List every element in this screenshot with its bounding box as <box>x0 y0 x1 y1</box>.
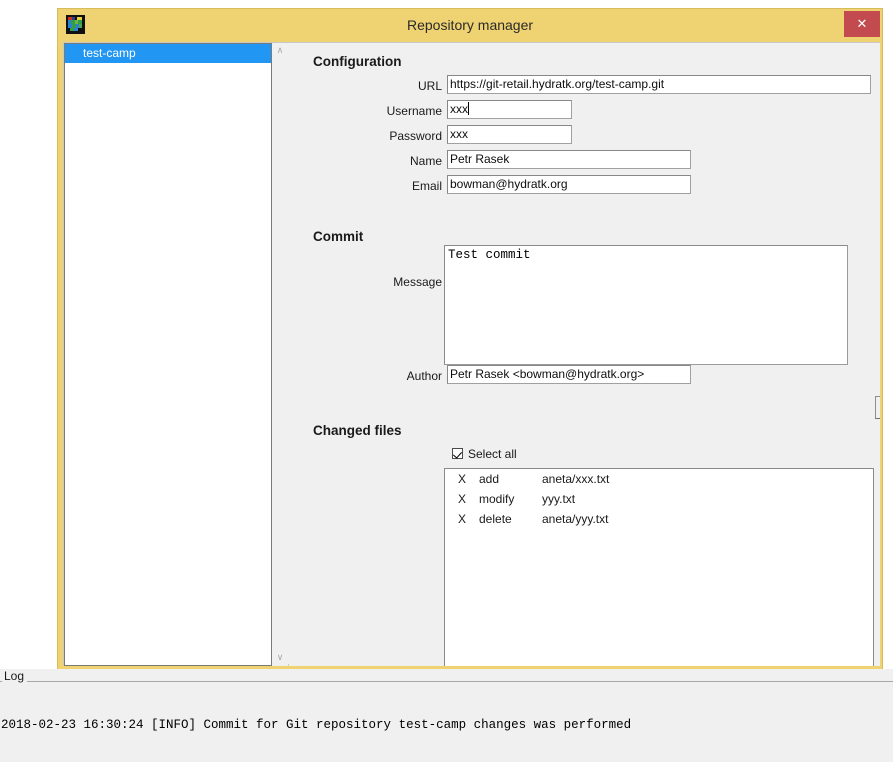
message-label: Message <box>393 275 442 289</box>
message-textarea[interactable]: Test commit <box>444 245 848 365</box>
app-root: Repository manager ✕ test-camp ∧ ∨ ∧ ∨ C… <box>0 0 893 762</box>
window-title: Repository manager <box>406 17 534 33</box>
scroll-up-icon[interactable]: ∧ <box>874 470 880 484</box>
select-all-label: Select all <box>468 447 517 461</box>
text-caret <box>468 102 469 115</box>
password-label: Password <box>389 129 442 143</box>
changed-files-section-title: Changed files <box>313 423 402 438</box>
scroll-down-icon[interactable]: ∨ <box>874 654 880 666</box>
repository-list[interactable]: test-camp <box>64 43 272 666</box>
file-operation: delete <box>479 512 512 526</box>
url-input[interactable]: https://git-retail.hydratk.org/test-camp… <box>447 75 871 94</box>
changed-files-scrollbar[interactable]: ∧ ∨ <box>874 468 880 666</box>
log-panel-label: Log <box>2 669 28 683</box>
log-line: 2018-02-23 16:30:24 [INFO] Commit for Gi… <box>1 718 632 732</box>
author-label: Author <box>406 369 442 383</box>
file-path: aneta/yyy.txt <box>542 512 609 526</box>
table-row[interactable]: Xdelete aneta/yyy.txt <box>445 509 873 529</box>
author-input[interactable]: Petr Rasek <bowman@hydratk.org> <box>447 365 691 384</box>
configuration-section-title: Configuration <box>313 54 402 69</box>
log-output: 2018-02-23 16:30:24 [INFO] Commit for Gi… <box>0 685 893 762</box>
name-input[interactable]: Petr Rasek <box>447 150 691 169</box>
file-operation: modify <box>479 492 515 506</box>
scroll-up-icon[interactable]: ∧ <box>272 43 288 59</box>
scroll-down-icon[interactable]: ∨ <box>272 650 288 666</box>
form-pane: Configuration URL https://git-retail.hyd… <box>289 43 880 666</box>
file-operation: add <box>479 472 500 486</box>
email-label: Email <box>411 179 442 193</box>
email-input[interactable]: bowman@hydratk.org <box>447 175 691 194</box>
checkbox-check-icon <box>452 448 463 459</box>
log-panel: Log 2018-02-23 16:30:24 [INFO] Commit fo… <box>0 669 893 762</box>
file-path: aneta/xxx.txt <box>542 472 610 486</box>
file-select-mark[interactable]: X <box>445 509 479 529</box>
changed-files-list[interactable]: Xadd aneta/xxx.txt Xmodify yyy.txt Xdelete… <box>444 468 874 666</box>
username-input[interactable]: xxx <box>447 100 572 119</box>
username-label: Username <box>386 104 442 118</box>
repository-manager-window: Repository manager ✕ test-camp ∧ ∨ ∧ ∨ C… <box>57 8 883 672</box>
title-bar[interactable]: Repository manager ✕ <box>58 9 882 41</box>
password-input[interactable]: xxx <box>447 125 572 144</box>
commit-button[interactable]: Commit <box>875 396 880 419</box>
table-row[interactable]: Xmodify yyy.txt <box>445 489 873 509</box>
name-label: Name <box>409 154 442 168</box>
repo-list-item-test-camp[interactable]: test-camp <box>65 44 271 63</box>
file-select-mark[interactable]: X <box>445 489 479 509</box>
select-all-checkbox[interactable]: Select all <box>452 447 517 461</box>
file-select-mark[interactable]: X <box>445 469 479 489</box>
username-value: xxx <box>450 102 468 116</box>
commit-section-title: Commit <box>313 229 364 244</box>
window-client-area: test-camp ∧ ∨ ∧ ∨ Configuration URL http… <box>63 42 880 666</box>
repository-list-scrollbar[interactable]: ∧ ∨ <box>272 43 288 666</box>
table-row[interactable]: Xadd aneta/xxx.txt <box>445 469 873 489</box>
close-icon[interactable]: ✕ <box>844 11 880 37</box>
file-path: yyy.txt <box>542 492 576 506</box>
url-label: URL <box>417 79 442 93</box>
